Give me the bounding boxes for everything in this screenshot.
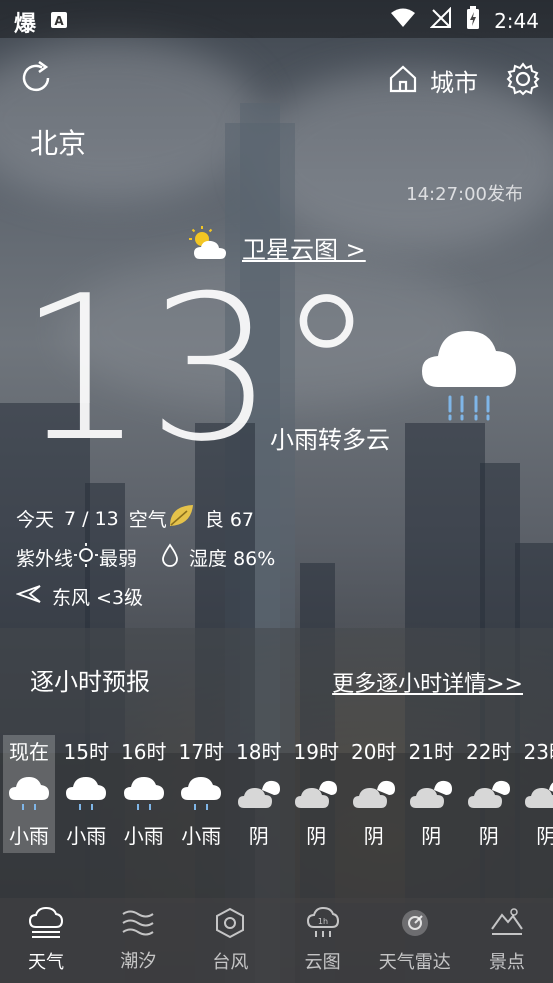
overcast-icon [523, 769, 553, 819]
more-hourly-link[interactable]: 更多逐小时详情>> [332, 666, 523, 698]
cloud-rain-icon [7, 769, 51, 819]
nav-label: 天气雷达 [378, 952, 451, 973]
radar-icon [399, 907, 431, 944]
weather-icon [28, 906, 64, 944]
weather-condition: 小雨转多云 [270, 426, 390, 454]
today-label: 今天 [16, 509, 55, 531]
hour-time: 22时 [466, 740, 512, 764]
wifi-icon [390, 7, 416, 34]
gear-icon [506, 62, 540, 100]
hour-time: 17时 [178, 740, 224, 764]
hour-desc: 阴 [248, 824, 269, 848]
hour-time: 现在 [9, 740, 49, 764]
nav-tide[interactable]: 潮汐 [92, 898, 184, 983]
hour-time: 19时 [293, 740, 339, 764]
hour-time: 20时 [351, 740, 397, 764]
nav-label: 天气 [28, 952, 65, 973]
refresh-button[interactable] [20, 60, 54, 100]
cloud-rain-icon [122, 769, 166, 819]
home-icon [388, 64, 418, 98]
bottom-navigation: 天气 潮汐 台风 1h 云图 天气雷达 景点 [0, 898, 553, 983]
uv-label: 紫外线 [16, 548, 74, 570]
status-time: 2:44 [494, 8, 539, 33]
uv-humidity-row: 紫外线 最弱 湿度 86% [16, 542, 275, 573]
hour-desc: 小雨 [123, 824, 164, 848]
air-quality-value: 良 67 [204, 509, 254, 531]
cloud-rain-icon [420, 325, 520, 429]
today-date: 7 / 13 [64, 507, 119, 530]
wind-value: 东风 <3级 [52, 587, 144, 609]
hour-desc: 阴 [421, 824, 442, 848]
a-notification-icon: A [50, 10, 68, 34]
publish-time: 14:27:00发布 [406, 184, 523, 205]
hour-desc: 阴 [536, 824, 553, 848]
cloud-rain-icon [179, 769, 223, 819]
hour-item[interactable]: 现在 小雨 [3, 735, 55, 853]
hour-desc: 阴 [306, 824, 327, 848]
hour-time: 21时 [408, 740, 454, 764]
app-notification-glyph: 爆 [14, 12, 37, 37]
nav-label: 云图 [304, 952, 341, 973]
hour-item[interactable]: 23时 阴 [518, 735, 553, 853]
cloud-map-icon: 1h [306, 906, 340, 944]
nav-label: 潮汐 [120, 951, 157, 972]
nav-label: 景点 [488, 952, 525, 973]
nav-label: 台风 [212, 952, 249, 973]
nav-radar[interactable]: 天气雷达 [369, 898, 461, 983]
hour-desc: 小雨 [181, 824, 222, 848]
nav-scenic[interactable]: 景点 [461, 898, 553, 983]
status-bar: 爆 A 2:44 [0, 0, 553, 38]
scenic-icon [490, 907, 524, 944]
hour-item[interactable]: 21时 阴 [403, 735, 461, 853]
hour-desc: 阴 [478, 824, 499, 848]
typhoon-icon [215, 907, 245, 944]
hour-item[interactable]: 19时 阴 [288, 735, 346, 853]
cloud-rain-icon [64, 769, 108, 819]
overcast-icon [351, 769, 397, 819]
svg-text:A: A [54, 14, 64, 28]
tide-icon [121, 908, 155, 943]
air-label: 空气 [128, 509, 167, 531]
battery-charging-icon [466, 6, 480, 35]
hour-item[interactable]: 22时 阴 [460, 735, 518, 853]
city-button[interactable]: 城市 [388, 63, 478, 98]
city-name: 北京 [30, 127, 87, 160]
leaf-icon [167, 503, 195, 534]
nav-typhoon[interactable]: 台风 [184, 898, 276, 983]
refresh-icon [20, 60, 54, 100]
overcast-icon [466, 769, 512, 819]
hour-desc: 小雨 [9, 824, 49, 848]
hour-time: 23时 [523, 740, 553, 764]
overcast-icon [293, 769, 339, 819]
wind-direction-icon [15, 584, 42, 609]
hour-item[interactable]: 17时 小雨 [173, 735, 231, 853]
overcast-icon [236, 769, 282, 819]
svg-text:1h: 1h [318, 917, 328, 926]
hour-item[interactable]: 15时 小雨 [58, 735, 116, 853]
wind-row: 东风 <3级 [15, 583, 144, 610]
nav-weather[interactable]: 天气 [0, 898, 92, 983]
hour-desc: 小雨 [66, 824, 107, 848]
settings-button[interactable] [506, 62, 540, 100]
hourly-list[interactable]: 现在 小雨 15时 小雨 16时 小雨 17时 小雨 18时 阴 19时 阴 2… [0, 735, 553, 853]
signal-icon [429, 6, 452, 34]
sun-icon [73, 542, 99, 573]
hourly-title: 逐小时预报 [30, 668, 150, 696]
city-button-label: 城市 [430, 69, 478, 97]
hour-time: 15时 [63, 740, 109, 764]
uv-value: 最弱 [99, 548, 138, 570]
hour-item[interactable]: 16时 小雨 [115, 735, 173, 853]
today-air-row: 今天 7 / 13 空气 良 67 [16, 503, 254, 534]
hour-desc: 阴 [363, 824, 384, 848]
hour-item[interactable]: 20时 阴 [345, 735, 403, 853]
hour-time: 18时 [236, 740, 282, 764]
droplet-icon [161, 543, 179, 572]
humidity-value: 湿度 86% [189, 548, 276, 570]
overcast-icon [408, 769, 454, 819]
nav-cloud-map[interactable]: 1h 云图 [277, 898, 369, 983]
hour-item[interactable]: 18时 阴 [230, 735, 288, 853]
hour-time: 16时 [121, 740, 167, 764]
